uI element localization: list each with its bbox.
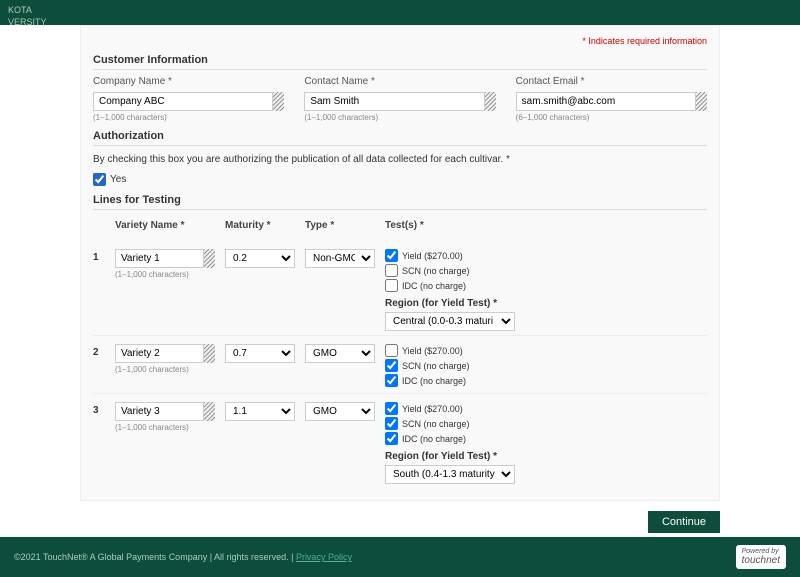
hint-variety: (1–1,000 characters) bbox=[115, 423, 215, 432]
required-note: * Indicates required information bbox=[93, 36, 707, 46]
maturity-select[interactable]: 0.7 bbox=[225, 344, 295, 363]
auth-yes-label: Yes bbox=[110, 174, 126, 185]
section-customer-info: Customer Information bbox=[93, 54, 707, 70]
row-number: 3 bbox=[93, 402, 105, 484]
label-company: Company Name * bbox=[93, 76, 284, 87]
variety-input[interactable] bbox=[115, 344, 215, 363]
footer-copyright: ©2021 TouchNet® A Global Payments Compan… bbox=[14, 552, 293, 562]
touchnet-badge: Powered by touchnet bbox=[736, 545, 786, 569]
continue-button[interactable]: Continue bbox=[648, 511, 720, 533]
row-number: 2 bbox=[93, 344, 105, 389]
test-row: 3 (1–1,000 characters) 1.1 GMO Yield ($2… bbox=[93, 393, 707, 484]
idc-checkbox[interactable] bbox=[385, 374, 398, 387]
col-header-variety: Variety Name * bbox=[115, 220, 215, 231]
company-input[interactable] bbox=[93, 92, 284, 111]
type-select[interactable]: GMO bbox=[305, 402, 375, 421]
section-lines: Lines for Testing bbox=[93, 194, 707, 210]
col-header-tests: Test(s) * bbox=[385, 220, 707, 231]
brand-text-2: VERSITY bbox=[8, 17, 47, 27]
scn-checkbox[interactable] bbox=[385, 264, 398, 277]
col-header-type: Type * bbox=[305, 220, 375, 231]
label-contact-email: Contact Email * bbox=[516, 76, 707, 87]
maturity-select[interactable]: 1.1 bbox=[225, 402, 295, 421]
type-select[interactable]: Non-GMO bbox=[305, 249, 375, 268]
label-contact-name: Contact Name * bbox=[304, 76, 495, 87]
yield-label: Yield ($270.00) bbox=[402, 251, 463, 261]
contact-email-input[interactable] bbox=[516, 92, 707, 111]
section-authorization: Authorization bbox=[93, 130, 707, 146]
scn-label: SCN (no charge) bbox=[402, 419, 470, 429]
resize-icon[interactable] bbox=[695, 92, 707, 111]
idc-checkbox[interactable] bbox=[385, 279, 398, 292]
resize-icon[interactable] bbox=[484, 92, 496, 111]
scn-checkbox[interactable] bbox=[385, 417, 398, 430]
contact-name-input[interactable] bbox=[304, 92, 495, 111]
form-panel: * Indicates required information Custome… bbox=[80, 25, 720, 501]
col-header-maturity: Maturity * bbox=[225, 220, 295, 231]
region-select[interactable]: Central (0.0-0.3 maturi bbox=[385, 312, 515, 331]
hint-contact-name: (1–1,000 characters) bbox=[304, 113, 495, 122]
idc-label: IDC (no charge) bbox=[402, 376, 466, 386]
yield-checkbox[interactable] bbox=[385, 249, 398, 262]
footer: ©2021 TouchNet® A Global Payments Compan… bbox=[0, 537, 800, 577]
idc-label: IDC (no charge) bbox=[402, 281, 466, 291]
scn-checkbox[interactable] bbox=[385, 359, 398, 372]
authorization-text: By checking this box you are authorizing… bbox=[93, 154, 707, 165]
scn-label: SCN (no charge) bbox=[402, 361, 470, 371]
type-select[interactable]: GMO bbox=[305, 344, 375, 363]
variety-input[interactable] bbox=[115, 402, 215, 421]
idc-label: IDC (no charge) bbox=[402, 434, 466, 444]
yield-checkbox[interactable] bbox=[385, 344, 398, 357]
test-row: 1 (1–1,000 characters) 0.2 Non-GMO Yield… bbox=[93, 241, 707, 331]
region-label: Region (for Yield Test) * bbox=[385, 451, 707, 462]
top-header: KOTA VERSITY bbox=[0, 0, 800, 25]
footer-privacy-link[interactable]: Privacy Policy bbox=[296, 552, 352, 562]
region-select[interactable]: South (0.4-1.3 maturity bbox=[385, 465, 515, 484]
yield-label: Yield ($270.00) bbox=[402, 404, 463, 414]
row-number: 1 bbox=[93, 249, 105, 331]
yield-label: Yield ($270.00) bbox=[402, 346, 463, 356]
test-row: 2 (1–1,000 characters) 0.7 GMO Yield ($2… bbox=[93, 335, 707, 389]
resize-icon[interactable] bbox=[272, 92, 284, 111]
variety-input[interactable] bbox=[115, 249, 215, 268]
resize-icon[interactable] bbox=[203, 344, 215, 363]
yield-checkbox[interactable] bbox=[385, 402, 398, 415]
hint-contact-email: (6–1,000 characters) bbox=[516, 113, 707, 122]
region-label: Region (for Yield Test) * bbox=[385, 298, 707, 309]
maturity-select[interactable]: 0.2 bbox=[225, 249, 295, 268]
hint-company: (1–1,000 characters) bbox=[93, 113, 284, 122]
resize-icon[interactable] bbox=[203, 249, 215, 268]
auth-checkbox[interactable] bbox=[93, 173, 106, 186]
resize-icon[interactable] bbox=[203, 402, 215, 421]
brand-text-1: KOTA bbox=[8, 5, 32, 15]
idc-checkbox[interactable] bbox=[385, 432, 398, 445]
hint-variety: (1–1,000 characters) bbox=[115, 270, 215, 279]
hint-variety: (1–1,000 characters) bbox=[115, 365, 215, 374]
scn-label: SCN (no charge) bbox=[402, 266, 470, 276]
